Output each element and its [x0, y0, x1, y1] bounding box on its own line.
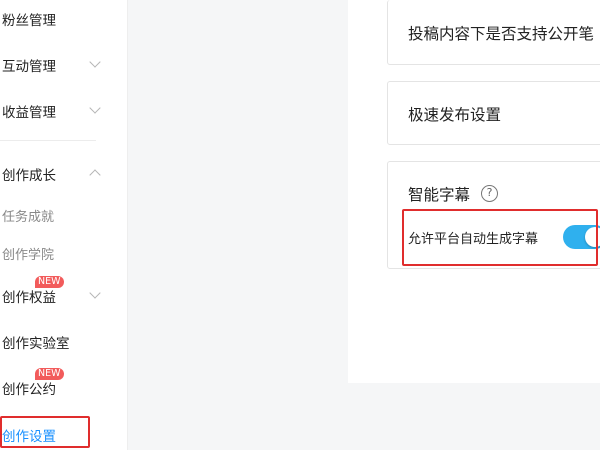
sidebar: 粉丝管理 互动管理 收益管理 创作成长 任务成就 创作学院 创作权益 NEW 创… — [0, 0, 128, 450]
chevron-down-icon[interactable] — [89, 287, 101, 299]
card-title: 极速发布设置 — [408, 106, 502, 124]
sidebar-item-rights[interactable]: 创作权益 — [2, 286, 56, 306]
sidebar-item-revenue[interactable]: 收益管理 — [2, 101, 56, 121]
new-badge: NEW — [35, 368, 64, 380]
sidebar-item-tasks[interactable]: 任务成就 — [2, 206, 54, 225]
sidebar-divider — [0, 140, 96, 141]
sidebar-item-label: 创作成长 — [2, 168, 56, 184]
highlight-box — [0, 416, 90, 448]
setting-card-fast-publish[interactable]: 极速发布设置 — [387, 81, 600, 145]
sidebar-item-growth[interactable]: 创作成长 — [2, 164, 56, 184]
chevron-down-icon[interactable] — [89, 102, 101, 114]
sidebar-item-lab[interactable]: 创作实验室 — [2, 332, 70, 352]
sidebar-item-label: 粉丝管理 — [2, 13, 56, 29]
sidebar-item-convention[interactable]: 创作公约 — [2, 378, 56, 398]
help-icon[interactable]: ? — [481, 185, 498, 202]
sidebar-item-academy[interactable]: 创作学院 — [2, 244, 54, 263]
sidebar-item-label: 收益管理 — [2, 105, 56, 121]
sidebar-item-fans[interactable]: 粉丝管理 — [2, 9, 56, 29]
sidebar-item-label: 创作权益 — [2, 290, 56, 306]
setting-card-public-notes: 投稿内容下是否支持公开笔 — [387, 0, 600, 65]
sidebar-item-label: 创作学院 — [2, 248, 55, 263]
highlight-box — [402, 209, 598, 266]
card-title: 智能字幕 — [408, 186, 471, 204]
sidebar-item-label: 创作公约 — [2, 382, 56, 398]
sidebar-item-label: 互动管理 — [2, 59, 56, 75]
chevron-up-icon[interactable] — [89, 169, 101, 181]
chevron-down-icon[interactable] — [89, 56, 101, 68]
sidebar-item-label: 任务成就 — [2, 210, 55, 225]
sidebar-item-interaction[interactable]: 互动管理 — [2, 55, 56, 75]
new-badge: NEW — [35, 276, 64, 288]
sidebar-item-label: 创作实验室 — [2, 336, 70, 352]
card-title: 投稿内容下是否支持公开笔 — [408, 25, 595, 43]
